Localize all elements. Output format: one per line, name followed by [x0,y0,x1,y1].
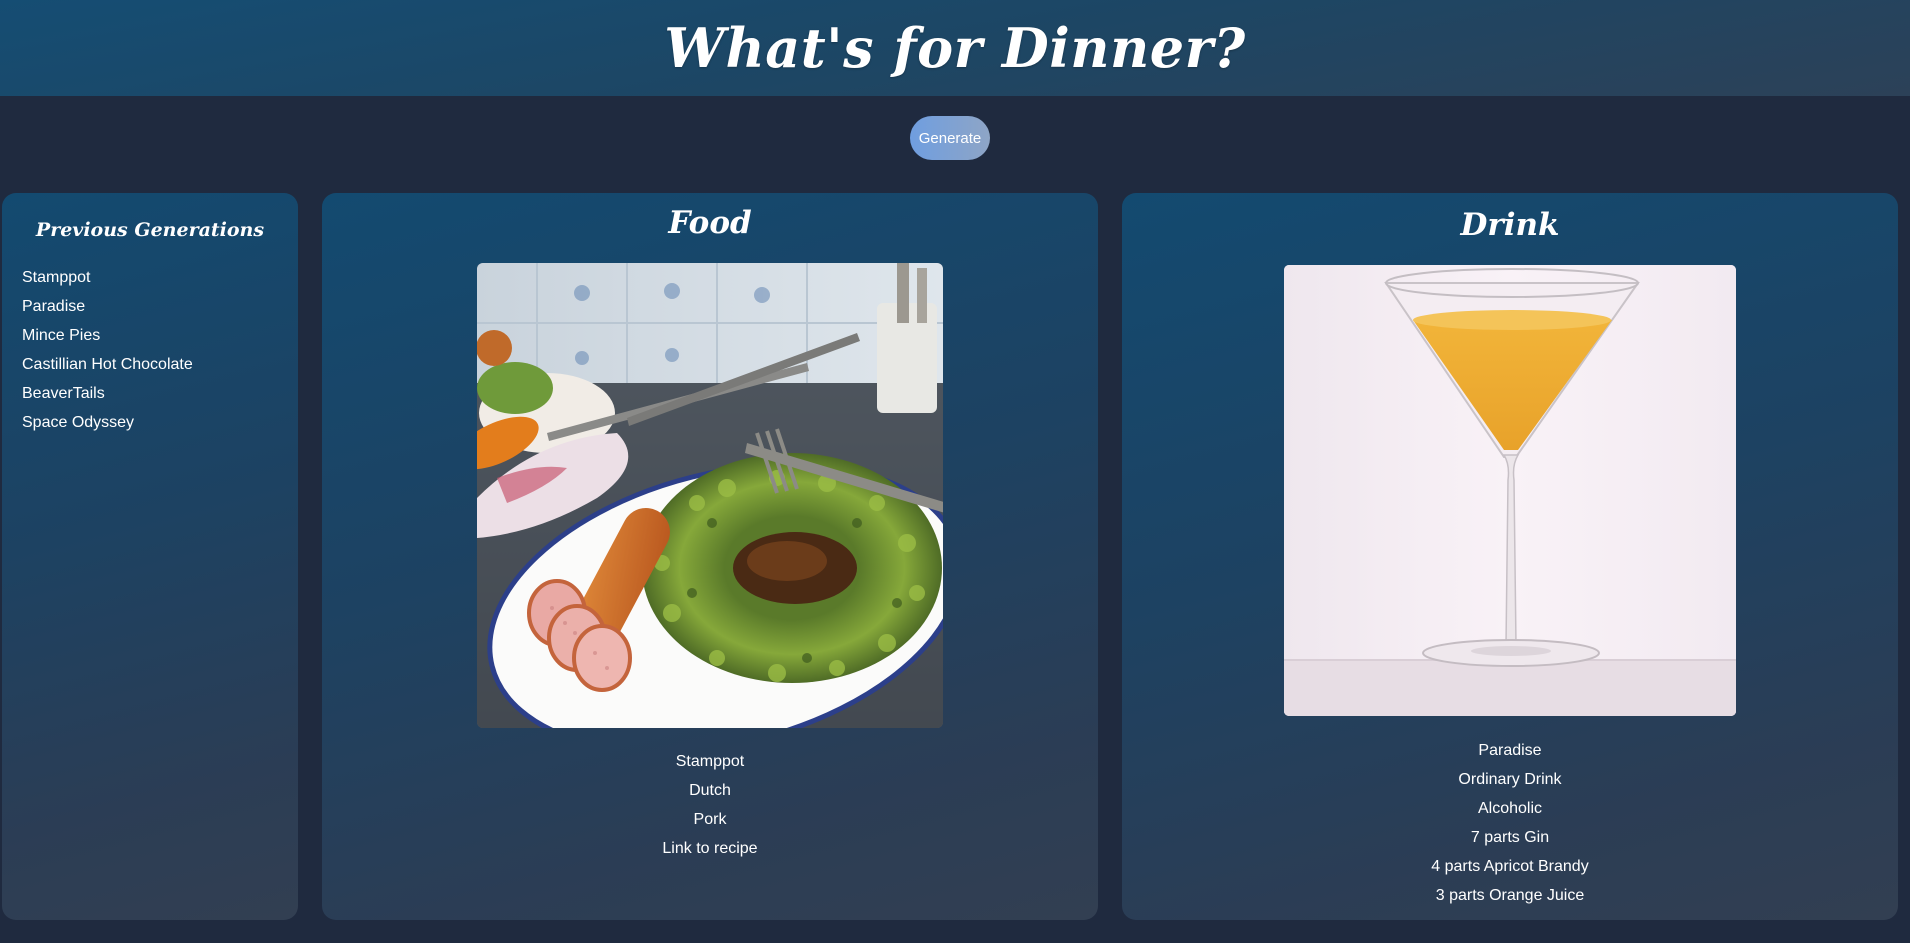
drink-name: Paradise [1478,742,1542,759]
history-item[interactable]: Paradise [22,292,193,321]
generate-button[interactable]: Generate [910,116,990,160]
recipe-link[interactable]: Link to recipe [662,840,757,857]
history-item[interactable]: Mince Pies [22,321,193,350]
food-image [477,263,943,728]
site-header: What's for Dinner? [0,0,1910,96]
history-title: Previous Generations [35,219,265,241]
history-item[interactable]: BeaverTails [22,379,193,408]
history-item[interactable]: Stamppot [22,263,193,292]
food-title: Food [668,205,752,241]
history-panel: Previous Generations Stamppot Paradise M… [2,193,298,920]
history-item[interactable]: Castillian Hot Chocolate [22,350,193,379]
food-recipe-item: Link to recipe [322,834,1098,863]
drink-category: Ordinary Drink [1458,771,1562,788]
food-details: Stamppot Dutch Pork Link to recipe [322,747,1098,863]
drink-card: Drink Paradise Ordinary Drink Alcoholic … [1122,193,1898,920]
drink-image [1284,265,1736,716]
site-title: What's for Dinner? [664,16,1246,80]
history-item[interactable]: Space Odyssey [22,408,193,437]
food-card: Food Stamppot Dutch Pork Link to recipe [322,193,1098,920]
food-category: Pork [693,811,727,828]
drink-title: Drink [1460,207,1560,243]
history-list: Stamppot Paradise Mince Pies Castillian … [22,263,193,437]
drink-ingredient: 3 parts Orange Juice [1435,887,1585,904]
food-cuisine: Dutch [689,782,731,799]
page: What's for Dinner? Generate Previous Gen… [0,0,1910,943]
drink-type: Alcoholic [1477,800,1543,817]
food-name: Stamppot [675,753,745,770]
drink-ingredient: 4 parts Apricot Brandy [1431,858,1589,875]
drink-ingredient: 7 parts Gin [1470,829,1550,846]
drink-details: Paradise Ordinary Drink Alcoholic 7 part… [1122,736,1898,910]
